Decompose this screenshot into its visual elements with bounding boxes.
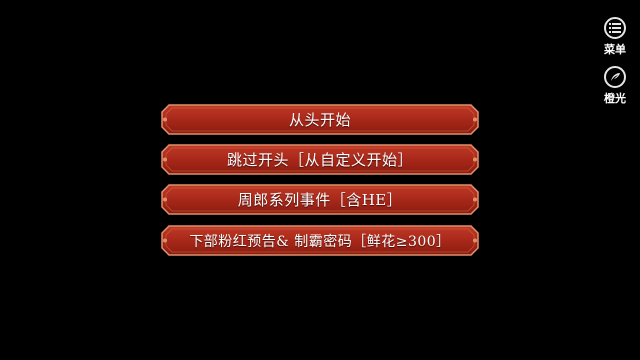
choice-label: 跳过开头［从自定义开始］ [226, 151, 413, 169]
list-icon [604, 17, 626, 39]
menu-button[interactable]: 菜单 [598, 17, 632, 57]
orange-light-label: 橙光 [604, 92, 626, 105]
orange-light-logo-icon [604, 66, 626, 88]
menu-label: 菜单 [604, 43, 626, 56]
choice-button-zhoulang-events[interactable]: 周郎系列事件［含HE］ [161, 184, 479, 215]
choice-button-preview-and-code[interactable]: 下部粉红预告& 制霸密码［鲜花≥300］ [161, 225, 479, 256]
choice-label: 下部粉红预告& 制霸密码［鲜花≥300］ [189, 233, 451, 250]
orange-light-button[interactable]: 橙光 [598, 66, 632, 106]
choice-label: 周郎系列事件［含HE］ [237, 191, 403, 209]
choice-button-start-from-beginning[interactable]: 从头开始 [161, 104, 479, 135]
choice-label: 从头开始 [288, 111, 351, 129]
choice-button-skip-opening[interactable]: 跳过开头［从自定义开始］ [161, 144, 479, 175]
